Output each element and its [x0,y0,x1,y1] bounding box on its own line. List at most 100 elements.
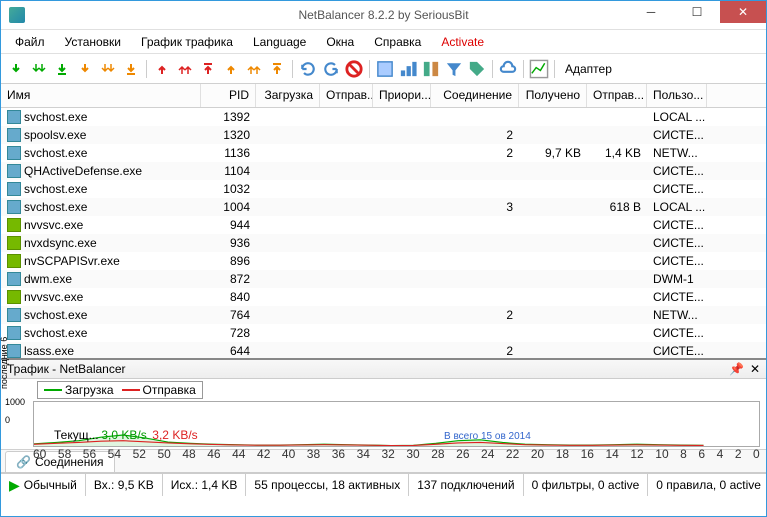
chart-plot-area[interactable]: Текущ... 3,0 KB/s 3,2 KB/s В всего 15 ов… [33,401,760,447]
table-row[interactable]: svchost.exe1392LOCAL ... [1,108,766,126]
toolbar-separator [492,60,493,78]
status-out: Исх.: 1,4 KB [163,474,247,496]
table-row[interactable]: QHActiveDefense.exe1104СИСТЕ... [1,162,766,180]
menu-bar: ФайлУстановкиГрафик трафикаLanguageОкнаС… [1,30,766,54]
status-rules: 0 правила, 0 active [648,474,767,496]
down-limit-green-icon[interactable] [5,58,27,80]
process-icon [7,290,21,304]
adapter-dropdown[interactable]: Адаптер [559,60,618,78]
table-row[interactable]: spoolsv.exe13202СИСТЕ... [1,126,766,144]
down-orange-icon[interactable] [74,58,96,80]
down-priority-orange-icon[interactable] [97,58,119,80]
chart-x-axis: 6058565452504846444240383634323028262422… [33,447,760,461]
toolbar-separator [146,60,147,78]
reset-icon[interactable] [320,58,342,80]
process-icon [7,182,21,196]
table-row[interactable]: dwm.exe872DWM-1 [1,270,766,288]
column-user[interactable]: Пользо... [647,84,707,107]
chart-down-rate: 3,0 KB/s [101,428,146,442]
status-connections: 137 подключений [409,474,523,496]
toolbar: Адаптер [1,54,766,84]
status-bar: ▶Обычный Вх.: 9,5 KB Исх.: 1,4 KB 55 про… [1,473,766,496]
table-row[interactable]: nvvsvc.exe944СИСТЕ... [1,216,766,234]
menu-activate[interactable]: Activate [431,33,494,51]
process-icon [7,128,21,142]
rules-icon[interactable] [374,58,396,80]
traffic-chart-panel: Трафик - NetBalancer 📌 ✕ последние 6 100… [1,360,766,450]
status-in: Вх.: 9,5 KB [86,474,163,496]
window-title: NetBalancer 8.2.2 by SeriousBit [298,8,468,22]
maximize-button[interactable]: ☐ [674,1,720,23]
chart-y-label: последние 6 [0,337,9,389]
close-panel-icon[interactable]: ✕ [750,362,760,376]
chart-body: последние 6 10000 Загрузка Отправка Теку… [1,379,766,450]
process-icon [7,110,21,124]
pin-icon[interactable]: 📌 [729,362,744,376]
toolbar-separator [292,60,293,78]
chart-current-label: Текущ... [54,428,99,442]
status-mode[interactable]: ▶Обычный [1,474,86,496]
column-priority[interactable]: Приори... [373,84,431,107]
filter-icon[interactable] [443,58,465,80]
grid-body[interactable]: svchost.exe1392LOCAL ...spoolsv.exe13202… [1,108,766,360]
menu-файл[interactable]: Файл [5,33,55,51]
up-priority-red-icon[interactable] [174,58,196,80]
toolbar-separator [523,60,524,78]
table-row[interactable]: lsass.exe6442СИСТЕ... [1,342,766,360]
menu-график трафика[interactable]: График трафика [131,33,243,51]
table-row[interactable]: nvSCPAPISvr.exe896СИСТЕ... [1,252,766,270]
table-row[interactable]: svchost.exe113629,7 KB1,4 KBNETW... [1,144,766,162]
table-row[interactable]: svchost.exe7642NETW... [1,306,766,324]
process-icon [7,326,21,340]
column-received[interactable]: Получено [519,84,587,107]
table-row[interactable]: nvvsvc.exe840СИСТЕ... [1,288,766,306]
play-icon: ▶ [9,477,20,494]
legend-download: Загрузка [65,383,114,397]
status-processes: 55 процессы, 18 активных [246,474,409,496]
menu-установки[interactable]: Установки [55,33,131,51]
block-all-icon[interactable] [343,58,365,80]
column-download[interactable]: Загрузка [256,84,320,107]
table-row[interactable]: svchost.exe728СИСТЕ... [1,324,766,342]
connections-icon: 🔗 [16,455,31,469]
tags-icon[interactable] [466,58,488,80]
priorities-icon[interactable] [397,58,419,80]
menu-окна[interactable]: Окна [316,33,364,51]
menu-справка[interactable]: Справка [364,33,431,51]
chart-y-ticks: 10000 [5,393,25,429]
up-block-orange-icon[interactable] [266,58,288,80]
process-icon [7,218,21,232]
table-row[interactable]: svchost.exe10043618 BLOCAL ... [1,198,766,216]
down-block-green-icon[interactable] [51,58,73,80]
up-orange-icon[interactable] [220,58,242,80]
minimize-button[interactable]: ─ [628,1,674,23]
process-icon [7,254,21,268]
process-icon [7,272,21,286]
cloud-icon[interactable] [497,58,519,80]
up-priority-orange-icon[interactable] [243,58,265,80]
up-block-red-icon[interactable] [197,58,219,80]
table-row[interactable]: svchost.exe1032СИСТЕ... [1,180,766,198]
process-icon [7,164,21,178]
column-sent[interactable]: Отправ... [587,84,647,107]
chart-mid-text: В всего 15 ов 2014 [444,431,531,442]
column-connections[interactable]: Соединение [431,84,519,107]
settings-icon[interactable] [420,58,442,80]
up-red-icon[interactable] [151,58,173,80]
chart-title-bar: Трафик - NetBalancer 📌 ✕ [1,360,766,379]
column-name[interactable]: Имя [1,84,201,107]
grid-header: Имя PID Загрузка Отправ... Приори... Сое… [1,84,766,108]
menu-language[interactable]: Language [243,33,316,51]
toolbar-separator [554,60,555,78]
column-upload[interactable]: Отправ... [320,84,373,107]
close-button[interactable]: ✕ [720,1,766,23]
chart-up-rate: 3,2 KB/s [152,428,197,442]
table-row[interactable]: nvxdsync.exe936СИСТЕ... [1,234,766,252]
legend-upload: Отправка [143,383,196,397]
chart-toggle-icon[interactable] [528,58,550,80]
column-pid[interactable]: PID [201,84,256,107]
down-priority-green-icon[interactable] [28,58,50,80]
chart-legend: Загрузка Отправка [37,381,203,399]
refresh-icon[interactable] [297,58,319,80]
down-block-orange-icon[interactable] [120,58,142,80]
